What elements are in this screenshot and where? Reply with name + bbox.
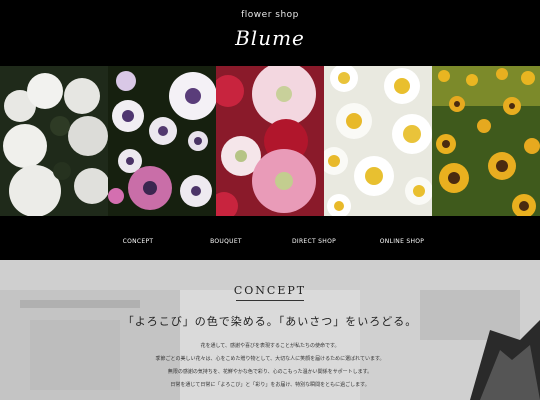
nav-online-shop[interactable]: ONLINE SHOP (380, 238, 424, 245)
gallery-panel-hydrangea (0, 66, 108, 216)
gallery-panel-sunflowers (432, 66, 540, 216)
flower-gallery (0, 66, 540, 216)
concept-body-line: 季節ごとの美しい花々は、心をこめた贈り物として、大切な人に笑顔を届けるために選ば… (155, 356, 385, 362)
white-daisy-image (324, 66, 432, 216)
gallery-panel-white-daisies (324, 66, 432, 216)
gallery-panel-daisies (108, 66, 216, 216)
concept-section: CONCEPT 「よろこび」の色で染める。「あいさつ」をいろどる。 花を通して、… (0, 260, 540, 400)
nav-direct-shop[interactable]: DIRECT SHOP (292, 238, 336, 245)
gallery-panel-gerberas (216, 66, 324, 216)
concept-body-line: 無限の感謝の気持ちを、花鮮やかな色で彩り、心のこもった温かい関係をサポートします… (167, 369, 373, 375)
main-nav: CONCEPT BOUQUET DIRECT SHOP ONLINE SHOP (0, 216, 540, 260)
nav-concept[interactable]: CONCEPT (123, 238, 154, 245)
site-header: flower shop Blume (0, 0, 540, 66)
concept-body: 花を通して、感謝や喜びを表現することが私たちの使命です。 季節ごとの美しい花々は… (0, 340, 540, 392)
nav-bouquet[interactable]: BOUQUET (210, 238, 242, 245)
shop-tagline: flower shop (241, 10, 299, 20)
concept-heading: 「よろこび」の色で染める。「あいさつ」をいろどる。 (122, 315, 418, 328)
brand-logo[interactable]: Blume (0, 26, 540, 50)
concept-body-line: 花を通して、感謝や喜びを表現することが私たちの使命です。 (200, 343, 340, 349)
hydrangea-image (0, 66, 108, 216)
concept-title: CONCEPT (233, 284, 307, 297)
concept-body-line: 日常を通じて日常に「よろこび」と「彩り」をお届け、特別な瞬間をともに過ごします。 (170, 382, 370, 388)
african-daisy-image (108, 66, 216, 216)
sunflower-image (432, 66, 540, 216)
gerbera-image (216, 66, 324, 216)
concept-divider (236, 300, 304, 301)
